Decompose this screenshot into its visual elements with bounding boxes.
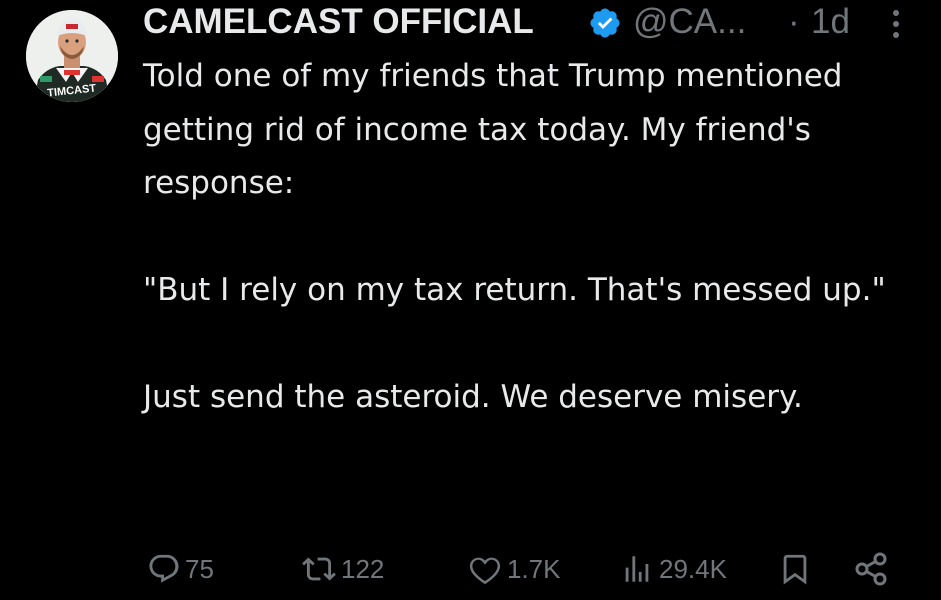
display-name[interactable]: CAMELCAST OFFICIAL [143, 2, 534, 42]
repost-count: 122 [341, 553, 385, 584]
separator-dot: · [788, 2, 800, 41]
action-bar: 75 122 1.7K 29.4K [143, 545, 933, 593]
repost-button[interactable]: 122 [301, 545, 384, 593]
bookmark-button[interactable] [778, 545, 812, 593]
like-button[interactable]: 1.7K [467, 545, 561, 593]
reply-count: 75 [185, 553, 214, 584]
like-count: 1.7K [507, 553, 561, 584]
like-icon [467, 552, 503, 586]
tweet-paragraph: "But I rely on my tax return. That's mes… [143, 272, 886, 308]
share-button[interactable] [853, 545, 889, 593]
tweet-paragraph: Told one of my friends that Trump mentio… [143, 58, 843, 201]
timestamp[interactable]: 1d [811, 2, 850, 42]
tweet-text: Told one of my friends that Trump mentio… [143, 50, 933, 425]
handle[interactable]: @CA... [633, 2, 746, 42]
more-icon[interactable] [881, 8, 911, 40]
tweet-paragraph: Just send the asteroid. We deserve miser… [143, 379, 803, 415]
views-button[interactable]: 29.4K [619, 545, 727, 593]
reply-icon [147, 552, 181, 586]
avatar[interactable]: TIMCAST [26, 10, 118, 102]
share-icon [853, 551, 889, 587]
tweet-header: CAMELCAST OFFICIAL @CA... · 1d [143, 0, 923, 46]
verified-badge-icon[interactable] [588, 6, 622, 40]
reply-button[interactable]: 75 [147, 545, 214, 593]
views-count: 29.4K [659, 553, 727, 584]
bookmark-icon [778, 551, 812, 587]
repost-icon [301, 552, 337, 586]
views-icon [619, 552, 655, 586]
